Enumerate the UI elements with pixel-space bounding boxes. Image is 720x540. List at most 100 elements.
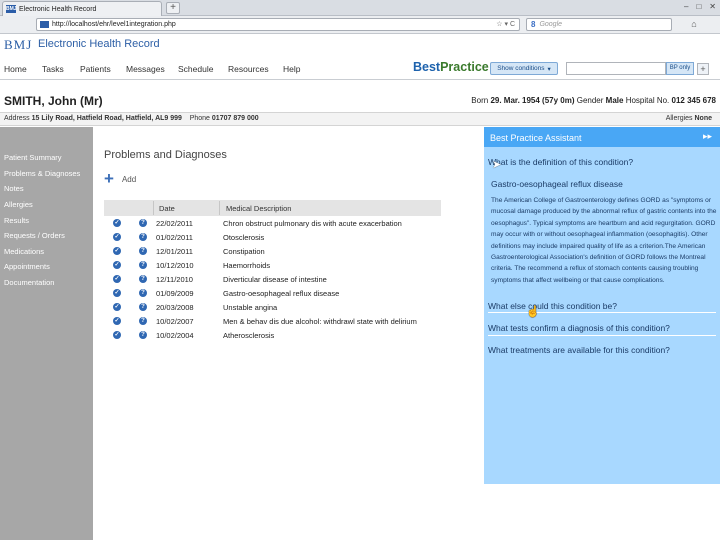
bp-add-button[interactable]: + — [697, 63, 709, 75]
add-problem-button[interactable]: + Add — [104, 170, 136, 187]
maximize-icon[interactable]: □ — [696, 2, 701, 11]
row-description: Diverticular disease of intestine — [223, 275, 327, 284]
row-description: Men & behav dis due alcohol: withdrawl s… — [223, 317, 417, 326]
sidebar-item-allergies[interactable]: Allergies — [4, 200, 33, 209]
sidebar-item-notes[interactable]: Notes — [4, 184, 24, 193]
menu-resources[interactable]: Resources — [228, 64, 269, 74]
column-description[interactable]: Medical Description — [226, 204, 291, 213]
patient-name: SMITH, John (Mr) — [4, 94, 103, 108]
sidebar: Patient Summary Problems & Diagnoses Not… — [0, 127, 93, 540]
edit-icon[interactable]: ✓ — [113, 331, 121, 339]
sidebar-item-patient-summary[interactable]: Patient Summary — [4, 153, 62, 162]
table-row[interactable]: ✓? 10/02/2004 Atherosclerosis — [104, 328, 441, 342]
question-tests[interactable]: What tests confirm a diagnosis of this c… — [488, 323, 670, 333]
sidebar-item-requests[interactable]: Requests / Orders — [4, 231, 65, 240]
table-row[interactable]: ✓? 01/02/2011 Otosclerosis — [104, 230, 441, 244]
edit-icon[interactable]: ✓ — [113, 219, 121, 227]
table-row[interactable]: ✓? 10/12/2010 Haemorrhoids — [104, 258, 441, 272]
sidebar-item-problems[interactable]: Problems & Diagnoses — [4, 169, 80, 178]
row-description: Atherosclerosis — [223, 331, 275, 340]
app-title: Electronic Health Record — [38, 38, 160, 50]
info-icon[interactable]: ? — [139, 303, 147, 311]
info-icon[interactable]: ? — [139, 247, 147, 255]
menu-schedule[interactable]: Schedule — [178, 64, 213, 74]
url-tools[interactable]: ☆ ▾ C — [496, 20, 515, 28]
row-description: Gastro-oesophageal reflux disease — [223, 289, 340, 298]
bp-only-button[interactable]: BP only — [666, 62, 694, 75]
info-icon[interactable]: ? — [139, 219, 147, 227]
row-date: 22/02/2011 — [156, 219, 193, 228]
row-date: 10/02/2007 — [156, 317, 194, 326]
info-icon[interactable]: ? — [139, 275, 147, 283]
edit-icon[interactable]: ✓ — [113, 289, 121, 297]
menu-patients[interactable]: Patients — [80, 64, 111, 74]
info-icon[interactable]: ? — [139, 289, 147, 297]
column-date[interactable]: Date — [159, 204, 175, 213]
sidebar-item-appointments[interactable]: Appointments — [4, 262, 50, 271]
edit-icon[interactable]: ✓ — [113, 303, 121, 311]
row-description: Constipation — [223, 247, 265, 256]
browser-tab[interactable]: BMJ Electronic Health Record — [2, 1, 162, 16]
answer-text: The American College of Gastroenterology… — [491, 197, 717, 284]
menu-home[interactable]: Home — [4, 64, 27, 74]
divider — [488, 312, 716, 313]
row-date: 10/12/2010 — [156, 261, 194, 270]
info-icon[interactable]: ? — [139, 261, 147, 269]
best-practice-logo: BestPractice — [413, 60, 489, 74]
home-icon[interactable]: ⌂ — [688, 19, 700, 30]
browser-titlebar: BMJ Electronic Health Record + – □ ✕ — [0, 0, 720, 16]
main-menu: Home Tasks Patients Messages Schedule Re… — [0, 58, 720, 80]
page-title: Problems and Diagnoses — [104, 149, 227, 161]
patient-meta: Born 29. Mar. 1954 (57y 0m) Gender Male … — [471, 96, 716, 105]
chevron-down-icon: ▾ — [547, 65, 551, 73]
browser-search-input[interactable]: 8 Google — [526, 18, 672, 31]
menu-tasks[interactable]: Tasks — [42, 64, 64, 74]
allergies-info: Allergies None — [665, 115, 712, 122]
close-icon[interactable]: ✕ — [709, 2, 716, 11]
table-row[interactable]: ✓? 12/11/2010 Diverticular disease of inte… — [104, 272, 441, 286]
row-date: 20/03/2008 — [156, 303, 194, 312]
info-icon[interactable]: ? — [139, 317, 147, 325]
menu-messages[interactable]: Messages — [126, 64, 165, 74]
site-favicon-icon — [40, 21, 49, 28]
tab-title: Electronic Health Record — [19, 5, 97, 13]
info-icon[interactable]: ? — [139, 233, 147, 241]
browser-navbar: http://localhost/ehr/level1integration.p… — [0, 16, 720, 34]
question-treatments[interactable]: What treatments are available for this c… — [488, 345, 670, 355]
sidebar-item-medications[interactable]: Medications — [4, 247, 44, 256]
sidebar-item-results[interactable]: Results — [4, 216, 29, 225]
table-row[interactable]: ✓? 22/02/2011 Chron obstruct pulmonary dis… — [104, 216, 441, 230]
url-text[interactable]: http://localhost/ehr/level1integration.p… — [52, 21, 176, 28]
sidebar-item-documentation[interactable]: Documentation — [4, 278, 54, 287]
show-conditions-button[interactable]: Show conditions ▾ — [490, 62, 558, 75]
table-row[interactable]: ✓? 12/01/2011 Constipation — [104, 244, 441, 258]
table-row[interactable]: ✓? 01/09/2009 Gastro-oesophageal reflux di… — [104, 286, 441, 300]
edit-icon[interactable]: ✓ — [113, 233, 121, 241]
edit-icon[interactable]: ✓ — [113, 261, 121, 269]
window-controls: – □ ✕ — [684, 2, 716, 11]
edit-icon[interactable]: ✓ — [113, 275, 121, 283]
question-definition[interactable]: What is the definition of this condition… — [488, 157, 633, 167]
row-description: Otosclerosis — [223, 233, 265, 242]
url-bar[interactable]: http://localhost/ehr/level1integration.p… — [36, 18, 520, 31]
menu-help[interactable]: Help — [283, 64, 300, 74]
edit-icon[interactable]: ✓ — [113, 317, 121, 325]
edit-icon[interactable]: ✓ — [113, 247, 121, 255]
assistant-header: Best Practice Assistant ▸▸ — [484, 127, 720, 147]
answer-title: Gastro-oesophageal reflux disease — [491, 179, 623, 189]
app-header: BMJ Electronic Health Record — [0, 34, 720, 56]
collapse-panel-icon[interactable]: ▸▸ — [703, 131, 712, 142]
search-engine-icon[interactable]: 8 — [531, 20, 535, 29]
bp-search-input[interactable] — [566, 62, 666, 75]
table-row[interactable]: ✓? 10/02/2007 Men & behav dis due alcohol:… — [104, 314, 441, 328]
table-row[interactable]: ✓? 20/03/2008 Unstable angina — [104, 300, 441, 314]
best-practice-assistant: Best Practice Assistant ▸▸ What is the d… — [484, 127, 720, 484]
minimize-icon[interactable]: – — [684, 2, 688, 11]
row-date: 12/01/2011 — [156, 247, 193, 256]
search-placeholder: Google — [539, 21, 563, 28]
hand-cursor-icon: ☝ — [526, 306, 540, 318]
question-differential[interactable]: What else could this condition be? — [488, 301, 617, 311]
new-tab-button[interactable]: + — [166, 2, 180, 14]
info-icon[interactable]: ? — [139, 331, 147, 339]
problems-table: Date Medical Description ✓? 22/02/2011 Chr… — [104, 200, 441, 342]
